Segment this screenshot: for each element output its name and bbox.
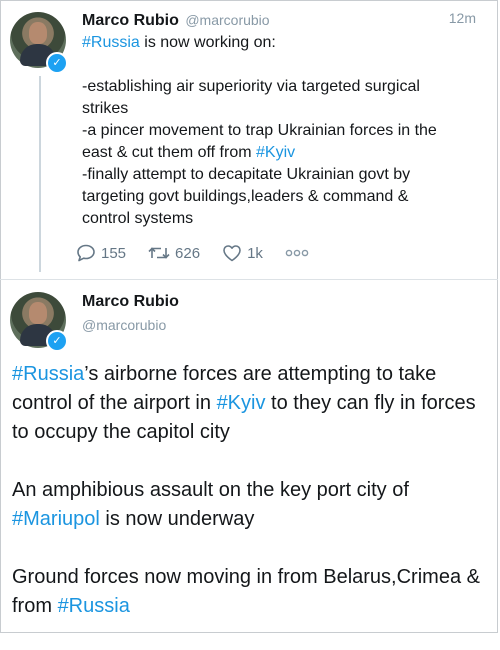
retweet-button[interactable]: 626 bbox=[148, 244, 200, 262]
tweet-actions: 155 626 1k bbox=[76, 244, 314, 262]
tweet-line: east & cut them off from #Kyiv bbox=[82, 142, 482, 164]
tweet-line: #Russia is now working on: bbox=[82, 32, 482, 54]
verified-badge-icon: ✓ bbox=[46, 330, 68, 352]
tweet-line-text: is now working on: bbox=[139, 34, 276, 51]
tweet-line-text: east & cut them off from bbox=[82, 144, 256, 161]
hashtag-link[interactable]: #Mariupol bbox=[12, 508, 100, 530]
like-button[interactable]: 1k bbox=[222, 244, 263, 262]
author-handle[interactable]: @marcorubio bbox=[82, 317, 166, 333]
avatar-face bbox=[29, 22, 47, 44]
hashtag-link[interactable]: #Kyiv bbox=[217, 392, 266, 414]
like-count: 1k bbox=[247, 244, 263, 262]
tweet-line: targeting govt buildings,leaders & comma… bbox=[82, 188, 409, 205]
more-icon bbox=[285, 249, 309, 257]
avatar-face bbox=[29, 302, 47, 324]
verified-badge-icon: ✓ bbox=[46, 52, 68, 74]
tweet-header: Marco Rubio @marcorubio bbox=[82, 10, 270, 31]
tweet-paragraph: Ground forces now moving in from Belarus… bbox=[12, 563, 492, 621]
retweet-icon bbox=[148, 247, 170, 259]
tweet-text: #Russia’s airborne forces are attempting… bbox=[12, 360, 492, 650]
heart-icon bbox=[223, 245, 241, 262]
author-name[interactable]: Marco Rubio bbox=[82, 293, 179, 311]
hashtag-link[interactable]: #Russia bbox=[12, 363, 84, 385]
tweet-paragraph-text: is now underway bbox=[99, 508, 255, 530]
retweet-count: 626 bbox=[175, 244, 201, 262]
tweet-paragraph: An amphibious assault on the key port ci… bbox=[12, 476, 492, 534]
tweet-line: strikes bbox=[82, 100, 129, 117]
more-options-button[interactable] bbox=[285, 248, 314, 258]
hashtag-link[interactable]: #Russia bbox=[82, 34, 140, 51]
reply-button[interactable]: 155 bbox=[76, 244, 126, 262]
tweet-timestamp[interactable]: 12m bbox=[449, 10, 476, 26]
reply-count: 155 bbox=[101, 244, 127, 262]
hashtag-link[interactable]: #Kyiv bbox=[256, 144, 295, 161]
reply-icon bbox=[77, 244, 95, 262]
author-handle[interactable]: @marcorubio bbox=[185, 12, 269, 28]
author-name[interactable]: Marco Rubio bbox=[82, 12, 179, 29]
tweet-text: #Russia is now working on: -establishing… bbox=[82, 32, 482, 230]
tweet-line: -finally attempt to decapitate Ukrainian… bbox=[82, 166, 411, 183]
thread-connector-line bbox=[39, 76, 41, 272]
tweet-paragraph: #Russia’s airborne forces are attempting… bbox=[12, 360, 492, 447]
tweet-divider bbox=[0, 279, 498, 280]
tweet-paragraph-text: An amphibious assault on the key port ci… bbox=[12, 479, 409, 501]
hashtag-link[interactable]: #Russia bbox=[58, 595, 130, 617]
tweet-line: -a pincer movement to trap Ukrainian for… bbox=[82, 122, 437, 139]
tweet-line: control systems bbox=[82, 210, 194, 227]
tweet-line: -establishing air superiority via target… bbox=[82, 78, 420, 95]
